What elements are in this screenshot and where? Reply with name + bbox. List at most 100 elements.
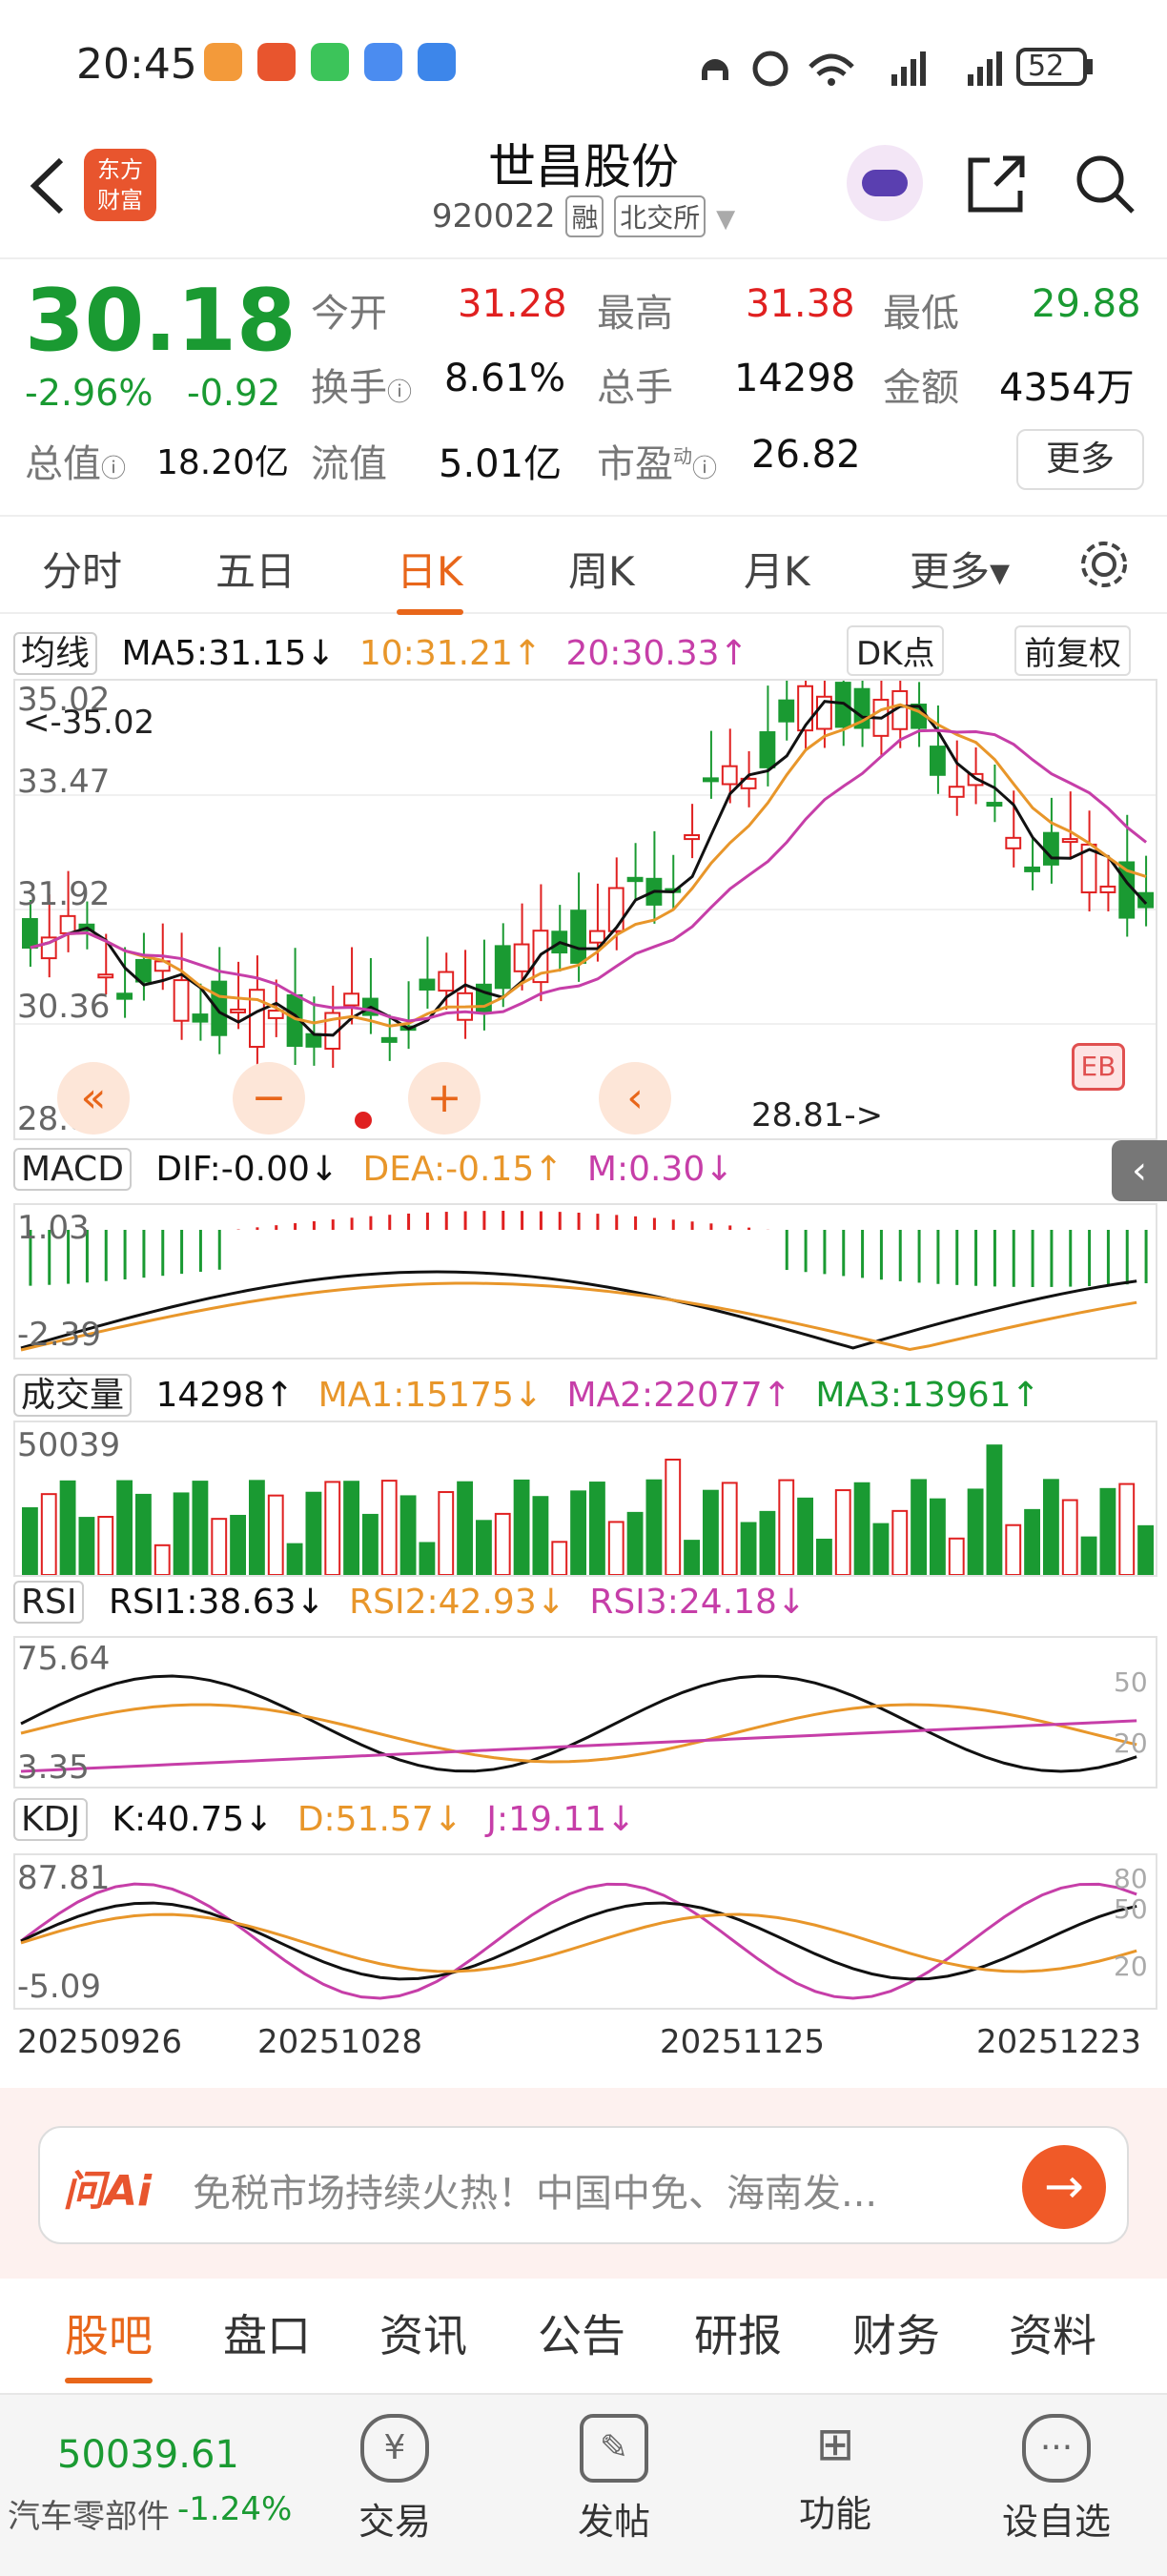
content-tabs: 股吧 盘口 资讯 公告 研报 财务 资料 — [0, 2279, 1167, 2393]
kline-candle — [626, 843, 644, 901]
zoom-in-button[interactable]: + — [408, 1062, 481, 1135]
volume-bar — [778, 1479, 795, 1575]
dk-point-button[interactable]: DK点 — [847, 625, 945, 676]
tab-orderbook[interactable]: 盘口 — [223, 2301, 311, 2364]
collapse-panel-button[interactable]: ‹ — [1112, 1140, 1167, 1201]
kline-candle — [286, 948, 303, 1066]
volume-bar — [626, 1511, 644, 1575]
functions-button[interactable]: ⊞ 功能 — [740, 2414, 931, 2537]
amount-value: 4354万 — [999, 366, 1135, 410]
kline-canvas — [15, 681, 1156, 1069]
rsi1-line — [20, 1674, 1137, 1773]
volume-bar — [891, 1509, 909, 1575]
sector-name[interactable]: 汽车零部件 — [8, 2490, 170, 2537]
more-quote-button[interactable]: 更多 — [1016, 429, 1144, 490]
eb-marker-icon[interactable]: EB — [1072, 1043, 1125, 1091]
tab-weekly-k[interactable]: 周K — [568, 540, 635, 598]
macd-y-top: 1.03 — [17, 1209, 90, 1247]
macd-chart[interactable]: 1.03 -2.39 — [13, 1203, 1157, 1360]
volume-bar — [665, 1459, 682, 1575]
volume-bar — [22, 1507, 38, 1575]
app-notification-icon — [257, 43, 296, 81]
robot-assistant-icon[interactable] — [847, 145, 923, 221]
kline-chart[interactable]: 35.02 33.47 31.92 30.36 28.81 <-35.02 28… — [13, 679, 1157, 1140]
dropdown-icon[interactable]: ▼ — [716, 205, 735, 234]
scroll-left-fast-button[interactable]: « — [57, 1062, 130, 1135]
tab-announcements[interactable]: 公告 — [538, 2301, 625, 2364]
tab-research[interactable]: 研报 — [694, 2301, 782, 2364]
kline-candle — [551, 905, 568, 972]
settings-gear-icon[interactable] — [1075, 536, 1133, 593]
volume-bar — [1137, 1524, 1154, 1575]
kline-candle — [380, 1014, 398, 1061]
ai-search-bar[interactable]: 问Ai 免税市场持续火热！中国中免、海南发... → — [38, 2126, 1129, 2244]
date-label: 20251028 — [257, 2023, 423, 2061]
sector-change: -1.24% — [177, 2490, 293, 2528]
volume-bar — [930, 1498, 946, 1575]
mktcap-value: 18.20亿 — [156, 443, 290, 482]
index-value[interactable]: 50039.61 — [57, 2433, 239, 2477]
ai-submit-arrow-icon[interactable]: → — [1022, 2145, 1106, 2229]
tab-profile[interactable]: 资料 — [1009, 2301, 1096, 2364]
adjust-button[interactable]: 前复权 — [1014, 625, 1131, 676]
tab-five-day[interactable]: 五日 — [215, 540, 296, 598]
kdj-canvas — [20, 1882, 1137, 2000]
volume-bar — [362, 1513, 379, 1575]
low-label: 最低 — [883, 292, 959, 336]
volume-bar — [230, 1514, 247, 1575]
volume-current: 14298↑ — [155, 1376, 295, 1415]
ma-selector[interactable]: 均线 — [13, 632, 98, 675]
mktcap-label: 总值ⓘ — [25, 442, 127, 486]
macd-y-bottom: -2.39 — [17, 1316, 101, 1354]
kline-candle — [930, 705, 946, 794]
macd-selector[interactable]: MACD — [13, 1148, 132, 1191]
volume-bar — [40, 1493, 57, 1575]
tab-news[interactable]: 资讯 — [379, 2301, 467, 2364]
kdj-selector[interactable]: KDJ — [13, 1798, 88, 1841]
post-button[interactable]: ✎ 发帖 — [519, 2414, 709, 2545]
volume-bar — [399, 1495, 417, 1575]
signal-icon — [891, 51, 926, 86]
search-icon[interactable] — [1072, 151, 1138, 217]
volume-bar — [249, 1480, 265, 1575]
trade-button[interactable]: ¥ 交易 — [299, 2414, 490, 2545]
macd-legend-row: MACD DIF:-0.00↓ DEA:-0.15↑ M:0.30↓ — [13, 1148, 747, 1191]
tab-intraday[interactable]: 分时 — [42, 540, 122, 598]
volume-bar — [135, 1493, 152, 1575]
exchange-tag: 北交所 — [614, 195, 706, 237]
tab-monthly-k[interactable]: 月K — [744, 540, 810, 598]
kdj-y-bottom: -5.09 — [17, 1968, 101, 2006]
kline-candle — [343, 947, 359, 1025]
ma-line — [30, 703, 1147, 1028]
volume-bar — [607, 1521, 624, 1575]
volume-bar — [759, 1510, 776, 1575]
tab-more[interactable]: 更多▾ — [910, 540, 1010, 598]
volume-bar — [380, 1480, 398, 1575]
volume-chart[interactable]: 50039 — [13, 1421, 1157, 1577]
add-watchlist-button[interactable]: ··· 设自选 — [961, 2414, 1152, 2545]
tab-daily-k[interactable]: 日K — [397, 540, 463, 615]
volume-bar — [703, 1489, 719, 1575]
volume-selector[interactable]: 成交量 — [13, 1374, 133, 1417]
rsi-legend-row: RSI RSI1:38.63↓ RSI2:42.93↓ RSI3:24.18↓ — [13, 1581, 819, 1624]
kline-candle — [778, 681, 795, 741]
scroll-left-button[interactable]: ‹ — [599, 1062, 671, 1135]
kdj-j: J:19.11↓ — [486, 1800, 636, 1839]
tab-finance[interactable]: 财务 — [852, 2301, 940, 2364]
rsi-selector[interactable]: RSI — [13, 1581, 85, 1624]
share-icon[interactable] — [963, 151, 1030, 217]
rsi-chart[interactable]: 75.64 3.35 50 20 — [13, 1636, 1157, 1789]
bottom-toolbar: 50039.61 汽车零部件 -1.24% ¥ 交易 ✎ 发帖 ⊞ 功能 ···… — [0, 2393, 1167, 2576]
kdj-chart[interactable]: 87.81 -5.09 80 50 20 — [13, 1853, 1157, 2010]
rsi3-line — [20, 1719, 1137, 1773]
volume-bar — [343, 1481, 359, 1575]
volume-bar — [192, 1481, 209, 1575]
volume-bar — [78, 1517, 95, 1575]
volume-bar — [551, 1541, 568, 1575]
battery-level: 52 — [1028, 50, 1065, 83]
volume-bar — [438, 1491, 455, 1575]
ma-legend-row: 均线 MA5:31.15↓ 10:31.21↑ 20:30.33↑ — [13, 625, 762, 675]
zoom-out-button[interactable]: − — [233, 1062, 305, 1135]
event-dot[interactable] — [355, 1112, 372, 1129]
tab-forum[interactable]: 股吧 — [65, 2301, 153, 2383]
